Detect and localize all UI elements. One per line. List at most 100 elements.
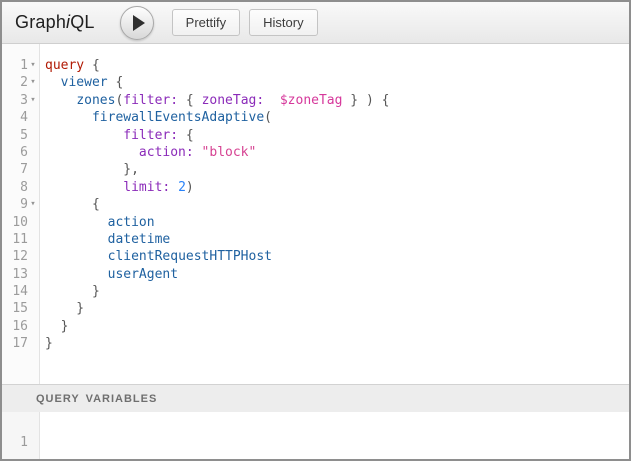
gutter-row: 12 (2, 248, 39, 265)
line-number: 1 (20, 57, 28, 74)
code-token: }, (45, 162, 139, 177)
code-token: } (45, 336, 53, 351)
line-number: 11 (12, 231, 28, 248)
code-line: }, (45, 161, 629, 178)
gutter-row: 4 (2, 109, 39, 126)
graphiql-app: GraphiQL Prettify History 1▾2▾3▾456789▾1… (0, 0, 631, 461)
code-token: } (45, 301, 84, 316)
gutter-row: 16 (2, 318, 39, 335)
gutter-row: 5 (2, 127, 39, 144)
gutter-row: 10 (2, 214, 39, 231)
code-token: { (108, 75, 124, 90)
gutter-row: 14 (2, 283, 39, 300)
play-icon (133, 15, 145, 31)
code-line: limit: 2) (45, 179, 629, 196)
code-token (45, 93, 76, 108)
line-number: 17 (12, 335, 28, 352)
code-token: { (178, 93, 201, 108)
gutter-row: 1 (2, 434, 39, 451)
code-token (170, 180, 178, 195)
code-token (45, 249, 108, 264)
code-line: action (45, 214, 629, 231)
fold-arrow-icon[interactable]: ▾ (28, 57, 38, 74)
gutter-row: 15 (2, 300, 39, 317)
gutter-row: 8 (2, 179, 39, 196)
code-token: { (178, 128, 194, 143)
line-number: 15 (12, 300, 28, 317)
line-number: 1 (20, 434, 28, 451)
code-line: } (45, 283, 629, 300)
code-token: zoneTag: (202, 93, 265, 108)
line-number: 13 (12, 266, 28, 283)
code-token (194, 145, 202, 160)
query-editor[interactable]: 1▾2▾3▾456789▾1011121314151617 query { vi… (2, 44, 629, 384)
line-number: 14 (12, 283, 28, 300)
code-line: filter: { (45, 127, 629, 144)
toolbar: GraphiQL Prettify History (2, 2, 629, 44)
code-token: datetime (108, 232, 171, 247)
gutter-row: 2▾ (2, 74, 39, 91)
code-token: limit: (123, 180, 170, 195)
line-number: 12 (12, 248, 28, 265)
gutter-row: 11 (2, 231, 39, 248)
code-token: "block" (202, 145, 257, 160)
variables-gutter: 1 (2, 412, 40, 459)
line-number: 6 (20, 144, 28, 161)
editor-gutter: 1▾2▾3▾456789▾1011121314151617 (2, 44, 40, 384)
code-line: viewer { (45, 74, 629, 91)
code-token: } (45, 284, 100, 299)
line-number: 4 (20, 109, 28, 126)
fold-arrow-icon[interactable]: ▾ (28, 74, 38, 91)
code-token: userAgent (108, 267, 178, 282)
code-token: clientRequestHTTPHost (108, 249, 272, 264)
logo-text-ql: QL (70, 12, 94, 32)
code-token (45, 215, 108, 230)
gutter-row: 7 (2, 161, 39, 178)
code-token: $zoneTag (280, 93, 343, 108)
editor-code[interactable]: query { viewer { zones(filter: { zoneTag… (40, 44, 629, 384)
gutter-row: 9▾ (2, 196, 39, 213)
code-line: clientRequestHTTPHost (45, 248, 629, 265)
line-number: 2 (20, 74, 28, 91)
code-line: } (45, 300, 629, 317)
code-line: query { (45, 57, 629, 74)
code-line: { (45, 196, 629, 213)
prettify-button[interactable]: Prettify (172, 9, 240, 36)
history-button[interactable]: History (249, 9, 317, 36)
execute-query-button[interactable] (120, 6, 154, 40)
fold-arrow-icon[interactable]: ▾ (28, 92, 38, 109)
code-token (264, 93, 280, 108)
gutter-row: 13 (2, 266, 39, 283)
graphiql-logo: GraphiQL (15, 12, 95, 33)
code-token (45, 110, 92, 125)
code-token (45, 267, 108, 282)
variables-editor[interactable]: 1 {"zoneTag":""} (2, 412, 629, 459)
code-token: 2 (178, 180, 186, 195)
logo-text-graph: Graph (15, 12, 66, 32)
code-token (45, 75, 61, 90)
query-variables-header[interactable]: QUERY VARIABLES (2, 384, 629, 412)
code-token (45, 145, 139, 160)
line-number: 3 (20, 92, 28, 109)
code-line: userAgent (45, 266, 629, 283)
gutter-row: 3▾ (2, 92, 39, 109)
code-token: firewallEventsAdaptive (92, 110, 264, 125)
code-line: } (45, 335, 629, 352)
code-token (45, 180, 123, 195)
code-token (45, 128, 123, 143)
line-number: 8 (20, 179, 28, 196)
code-line: action: "block" (45, 144, 629, 161)
code-line: } (45, 318, 629, 335)
code-token: { (45, 197, 100, 212)
variables-code[interactable]: {"zoneTag":""} (40, 412, 629, 459)
query-variables-title: QUERY VARIABLES (36, 393, 157, 405)
code-token: zones (76, 93, 115, 108)
line-number: 10 (12, 214, 28, 231)
fold-arrow-icon[interactable]: ▾ (28, 196, 38, 213)
code-token: viewer (61, 75, 108, 90)
code-token: { (84, 58, 100, 73)
code-token: action: (139, 145, 194, 160)
code-token: query (45, 58, 84, 73)
code-token: } (45, 319, 68, 334)
code-token: } ) { (342, 93, 389, 108)
